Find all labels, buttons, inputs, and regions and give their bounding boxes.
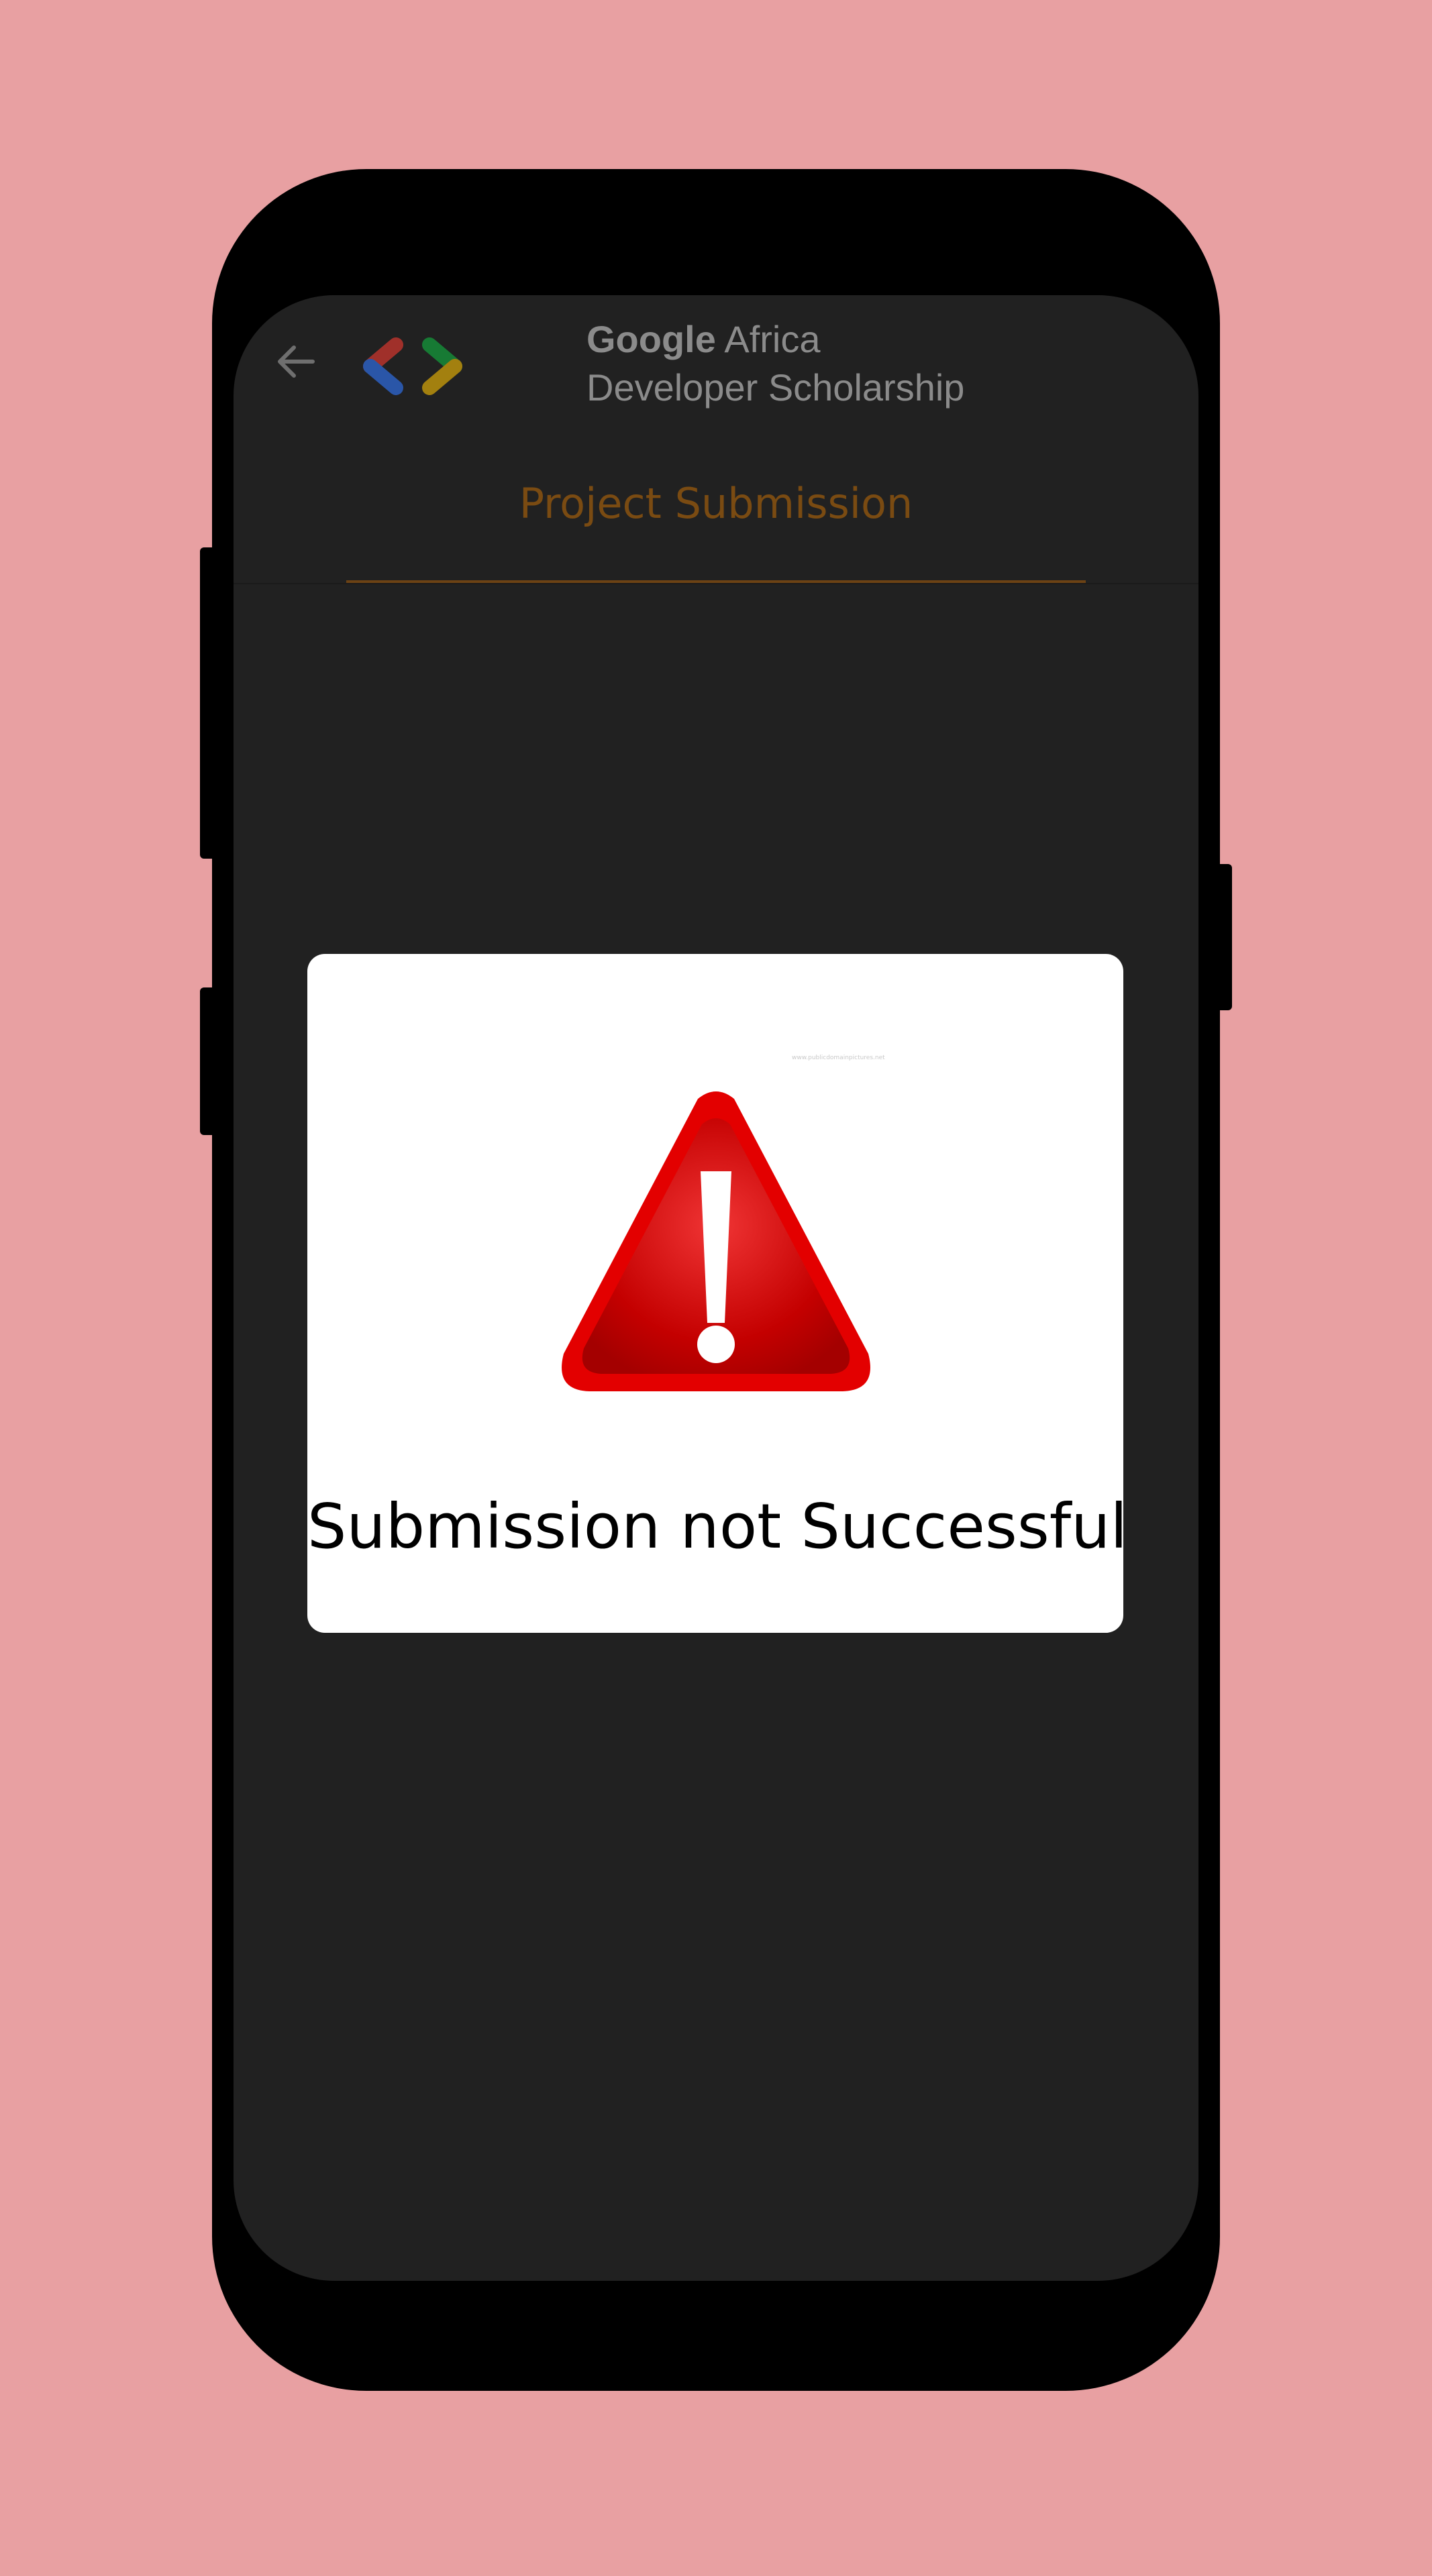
warning-triangle-icon: [562, 1091, 870, 1391]
program-title: Google Africa Developer Scholarship: [586, 315, 964, 412]
program-title-line1: Google Africa: [586, 315, 964, 364]
app-bar: Google Africa Developer Scholarship Proj…: [234, 295, 1198, 584]
tab-project-submission[interactable]: Project Submission: [234, 479, 1198, 528]
gdg-logo: [363, 337, 462, 395]
submission-failed-dialog: www.publicdomainpictures.net Submission …: [307, 954, 1128, 1633]
arrow-back-icon[interactable]: [274, 339, 318, 384]
tab-divider: [234, 583, 1198, 584]
image-credit: www.publicdomainpictures.net: [792, 1055, 885, 1061]
program-title-line2: Developer Scholarship: [586, 366, 965, 409]
program-title-africa: Africa: [715, 318, 821, 360]
program-title-google: Google: [586, 318, 716, 360]
dialog-message: Submission not Successful: [307, 1491, 1128, 1562]
